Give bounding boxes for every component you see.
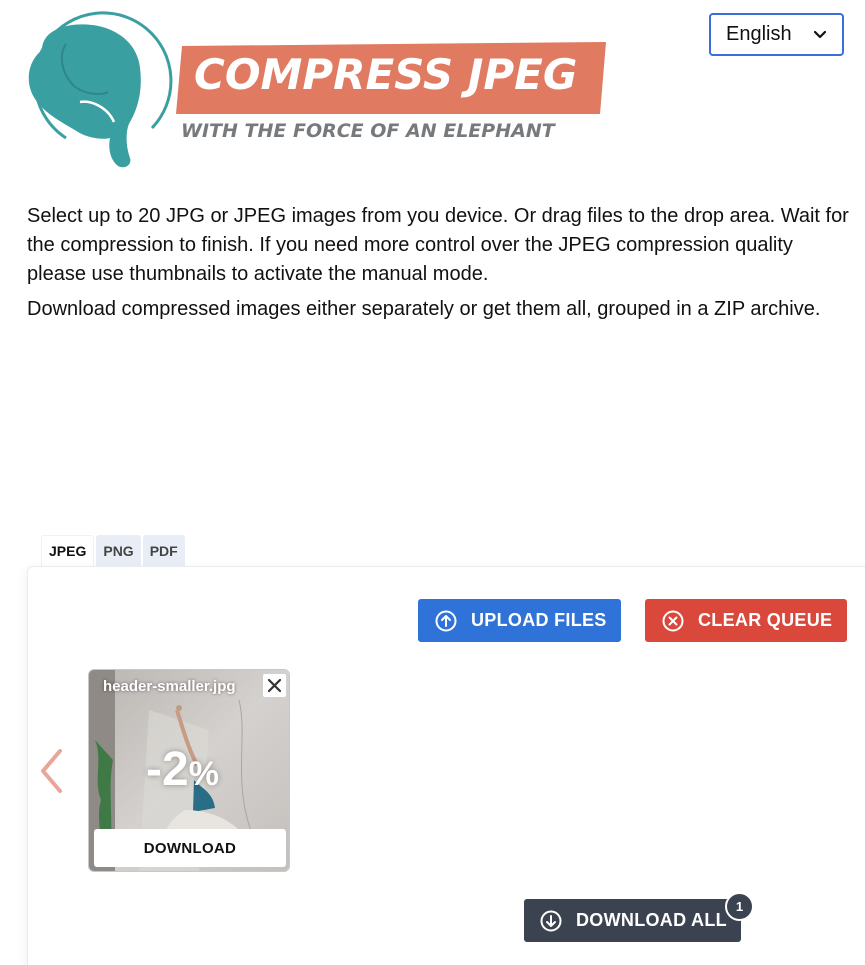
reduction-value: -2 [146,743,189,796]
upload-files-button[interactable]: UPLOAD FILES [418,599,621,642]
language-selected: English [726,23,792,45]
thumbnail-filename: header-smaller.jpg [103,678,236,695]
upload-arrow-icon [435,610,457,631]
clear-queue-button[interactable]: CLEAR QUEUE [645,599,847,642]
intro-paragraph-1: Select up to 20 JPG or JPEG images from … [27,205,849,285]
elephant-logo-icon [28,11,173,168]
clear-queue-label: CLEAR QUEUE [698,610,833,630]
download-count-badge: 1 [725,892,754,921]
download-arrow-icon [540,910,562,931]
chevron-down-icon [813,30,827,39]
reduction-unit: % [188,755,219,793]
format-tabs: JPEG PNG PDF [41,535,185,566]
tab-pdf[interactable]: PDF [142,535,185,566]
logo-subtitle: WITH THE FORCE OF AN ELEPHANT [181,120,555,142]
download-item-button[interactable]: DOWNLOAD [94,829,286,867]
clear-x-icon [662,610,684,631]
compression-percentage: -2% [146,742,219,797]
queue-item[interactable]: header-smaller.jpg -2% DOWNLOAD [88,669,290,872]
upload-files-label: UPLOAD FILES [471,610,607,630]
tab-jpeg[interactable]: JPEG [41,535,95,566]
logo: COMPRESS JPEG WITH THE FORCE OF AN ELEPH… [22,10,622,175]
close-icon [267,678,282,693]
intro-paragraph-2: Download compressed images either separa… [27,298,821,320]
download-all-button[interactable]: DOWNLOAD ALL [524,899,741,942]
intro-text: Select up to 20 JPG or JPEG images from … [27,202,857,324]
logo-title: COMPRESS JPEG [194,50,578,99]
tab-png[interactable]: PNG [96,535,141,566]
remove-item-button[interactable] [263,674,286,697]
download-all-label: DOWNLOAD ALL [576,910,727,930]
previous-arrow-icon[interactable] [38,748,64,794]
language-select[interactable]: English [709,13,844,56]
